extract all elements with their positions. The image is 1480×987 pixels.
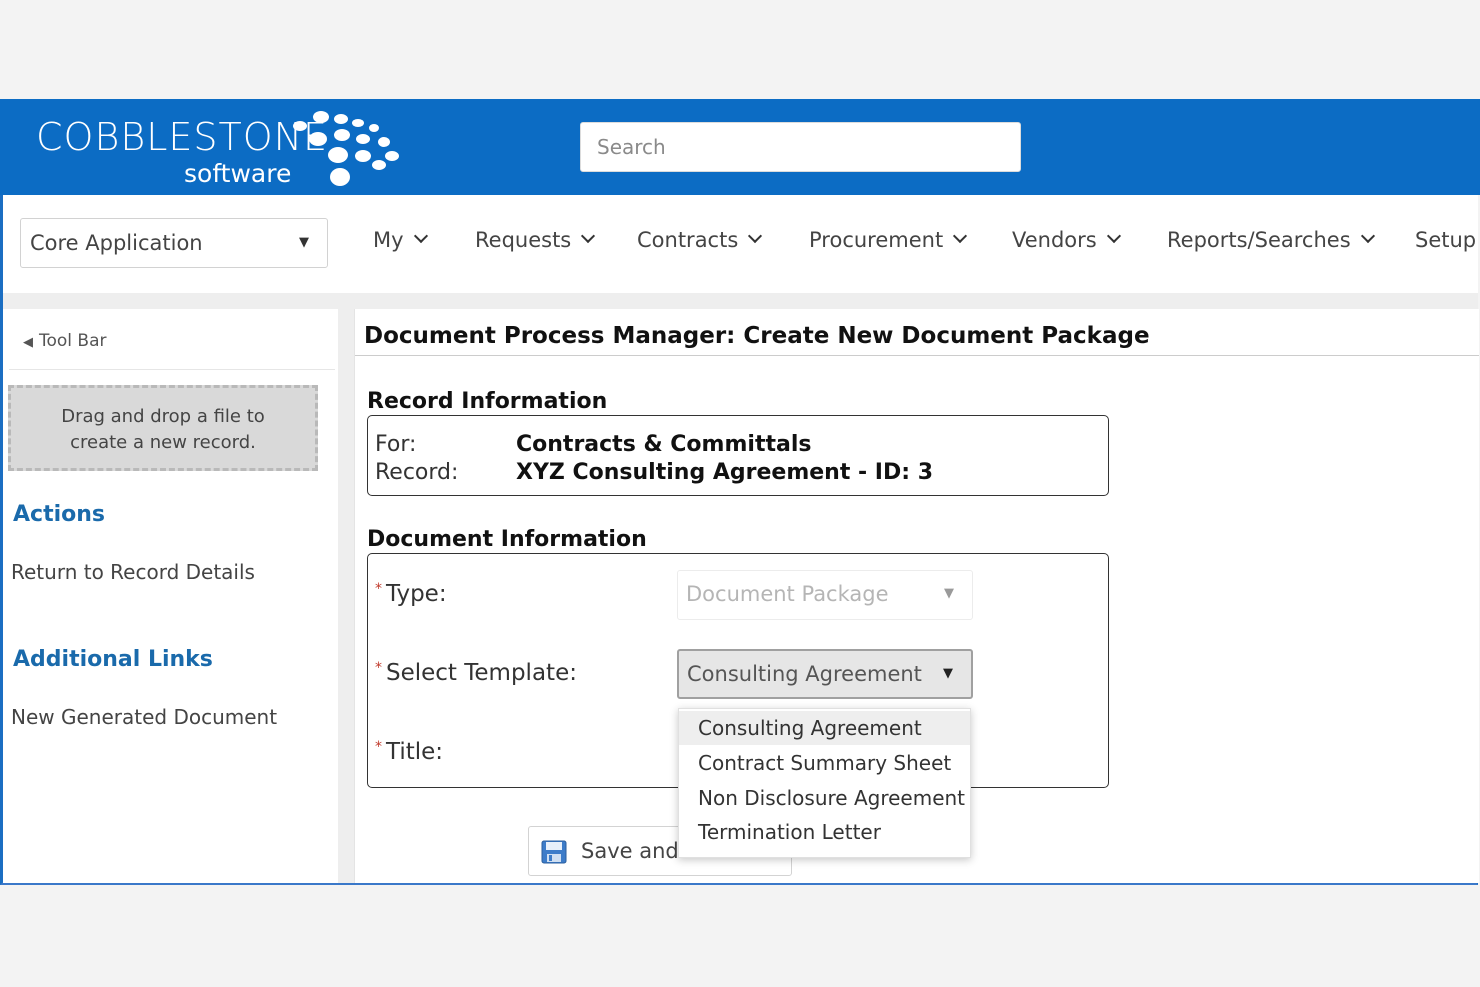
template-select-value: Consulting Agreement	[687, 662, 922, 686]
select-template-label: * Select Template:	[375, 660, 577, 686]
record-label: Record:	[375, 460, 459, 485]
sidebar-divider	[9, 369, 335, 370]
main-nav: Core Application ▼ My Requests Contracts…	[3, 195, 1478, 294]
title-label: * Title:	[375, 739, 444, 765]
nav-setup[interactable]: Setup	[1415, 228, 1476, 252]
template-select[interactable]: Consulting Agreement ▼	[677, 649, 973, 699]
logo-dots-icon	[293, 111, 399, 186]
record-information-heading: Record Information	[367, 389, 608, 414]
nav-requests[interactable]: Requests	[475, 228, 596, 252]
for-label: For:	[375, 432, 417, 457]
required-asterisk-icon: *	[375, 660, 382, 676]
floppy-disk-icon	[541, 840, 567, 864]
return-to-record-details-link[interactable]: Return to Record Details	[11, 560, 255, 584]
type-select: Document Package ▼	[677, 570, 973, 620]
sidebar-gutter	[338, 309, 354, 883]
collapse-left-icon: ◀	[23, 335, 33, 350]
document-information-heading: Document Information	[367, 527, 647, 552]
sidebar: ◀ Tool Bar Drag and drop a file to create…	[3, 309, 339, 883]
template-option-termination-letter[interactable]: Termination Letter	[679, 815, 970, 849]
chevron-down-icon	[1106, 228, 1121, 244]
nav-contracts[interactable]: Contracts	[637, 228, 763, 252]
caret-down-icon: ▼	[299, 235, 309, 250]
cobblestone-logo[interactable]: COBBLESTONE software	[36, 111, 399, 188]
required-asterisk-icon: *	[375, 581, 382, 597]
chevron-down-icon	[413, 228, 428, 244]
logo-subtext: software	[184, 159, 292, 188]
record-information-box: For: Contracts & Committals Record: XYZ …	[367, 415, 1109, 496]
chevron-down-icon	[748, 228, 763, 244]
caret-down-icon: ▼	[943, 666, 953, 681]
dropzone-text-line1: Drag and drop a file to	[61, 406, 265, 427]
required-asterisk-icon: *	[375, 739, 382, 755]
template-option-consulting-agreement[interactable]: Consulting Agreement	[679, 711, 970, 745]
application-selector-value: Core Application	[30, 231, 203, 255]
save-button-label: Save and	[581, 839, 679, 863]
actions-heading: Actions	[13, 502, 105, 527]
nav-procurement[interactable]: Procurement	[809, 228, 968, 252]
title-divider	[355, 355, 1479, 356]
logo-wordmark: COBBLESTONE	[36, 115, 329, 159]
nav-divider	[3, 293, 1478, 309]
type-label: * Type:	[375, 581, 447, 607]
template-option-contract-summary-sheet[interactable]: Contract Summary Sheet	[679, 746, 970, 780]
record-value: XYZ Consulting Agreement - ID: 3	[516, 460, 934, 485]
chevron-down-icon	[581, 228, 596, 244]
for-value: Contracts & Committals	[516, 432, 812, 457]
toolbar-toggle[interactable]: ◀ Tool Bar	[23, 331, 107, 351]
application-selector[interactable]: Core Application ▼	[20, 218, 328, 268]
template-dropdown-list: Consulting Agreement Contract Summary Sh…	[678, 708, 971, 858]
chevron-down-icon	[953, 228, 968, 244]
chevron-down-icon	[1360, 228, 1375, 244]
search-input[interactable]	[580, 122, 1021, 172]
template-option-non-disclosure-agreement[interactable]: Non Disclosure Agreement	[679, 781, 970, 815]
dropzone-text-line2: create a new record.	[70, 432, 256, 453]
nav-reports-searches[interactable]: Reports/Searches	[1167, 228, 1375, 252]
new-generated-document-link[interactable]: New Generated Document	[11, 705, 277, 729]
page-title: Document Process Manager: Create New Doc…	[364, 323, 1150, 349]
file-dropzone[interactable]: Drag and drop a file to create a new rec…	[8, 385, 318, 471]
nav-vendors[interactable]: Vendors	[1012, 228, 1121, 252]
additional-links-heading: Additional Links	[13, 647, 213, 672]
nav-my[interactable]: My	[373, 228, 428, 252]
type-select-value: Document Package	[686, 582, 889, 606]
caret-down-icon: ▼	[944, 586, 954, 601]
